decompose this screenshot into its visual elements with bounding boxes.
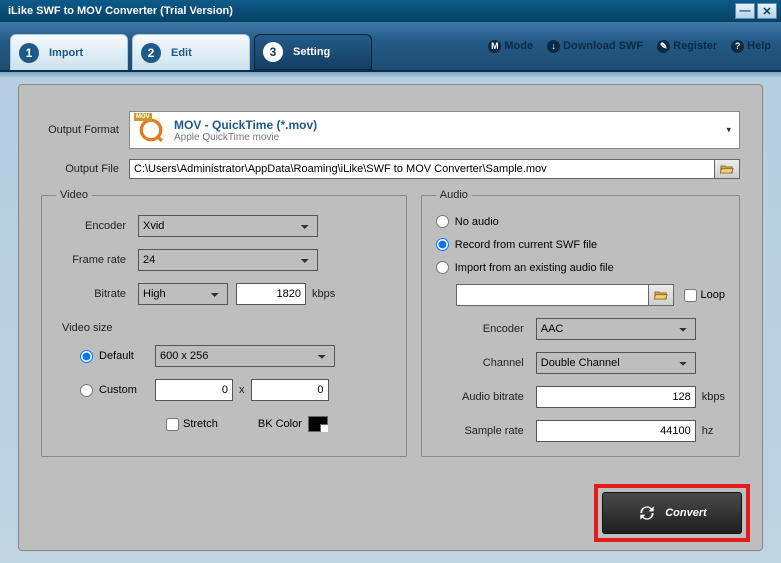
tab-setting-label: Setting	[293, 46, 330, 58]
audio-record-label: Record from current SWF file	[455, 239, 597, 251]
custom-width-input[interactable]	[155, 379, 233, 401]
stretch-checkbox[interactable]	[166, 418, 179, 431]
video-encoder-label: Encoder	[56, 220, 138, 232]
step-tabs: 1 Import 2 Edit 3 Setting	[10, 22, 376, 70]
register-icon: ✎	[657, 40, 670, 53]
audio-bitrate-label: Audio bitrate	[436, 391, 536, 403]
loop-checkbox[interactable]	[684, 289, 697, 302]
bkcolor-label: BK Color	[258, 418, 302, 430]
chevron-down-icon: ▾	[726, 125, 731, 136]
video-size-label: Video size	[56, 322, 125, 334]
folder-open-icon	[720, 164, 734, 175]
convert-label: Convert	[665, 507, 707, 519]
size-default-radio[interactable]	[80, 350, 93, 363]
folder-open-icon	[654, 290, 668, 301]
stretch-checkbox-wrap[interactable]: Stretch	[166, 418, 218, 431]
audio-record-radio[interactable]	[436, 238, 449, 251]
video-encoder-select[interactable]: Xvid	[138, 215, 318, 237]
format-title: MOV - QuickTime (*.mov)	[174, 118, 317, 132]
audio-encoder-label: Encoder	[436, 323, 536, 335]
kbps-unit: kbps	[312, 288, 335, 300]
audio-group: Audio No audio Record from current SWF f…	[421, 189, 740, 457]
size-default-label: Default	[93, 350, 155, 362]
size-custom-radio[interactable]	[80, 384, 93, 397]
minimize-button[interactable]: —	[735, 3, 755, 19]
mode-icon: M	[488, 40, 501, 53]
video-bitrate-select[interactable]: High	[138, 283, 228, 305]
audio-kbps-unit: kbps	[702, 391, 725, 403]
default-size-select[interactable]: 600 x 256	[155, 345, 335, 367]
quicktime-icon: MOV	[136, 115, 166, 145]
audio-import-radio[interactable]	[436, 261, 449, 274]
video-legend: Video	[56, 189, 92, 201]
size-custom-label: Custom	[93, 384, 155, 396]
audio-import-label: Import from an existing audio file	[455, 262, 614, 274]
audio-none-label: No audio	[455, 216, 499, 228]
format-subtitle: Apple QuickTime movie	[174, 132, 317, 143]
framerate-select[interactable]: 24	[138, 249, 318, 271]
mode-button[interactable]: MMode	[488, 40, 533, 53]
download-icon: ↓	[547, 40, 560, 53]
output-file-input[interactable]	[129, 159, 715, 179]
size-x-separator: x	[239, 384, 245, 396]
convert-icon	[637, 503, 657, 523]
browse-output-button[interactable]	[714, 159, 740, 179]
close-button[interactable]: ✕	[757, 3, 777, 19]
loop-checkbox-wrap[interactable]: Loop	[684, 289, 725, 302]
audio-encoder-select[interactable]: AAC	[536, 318, 696, 340]
output-format-dropdown[interactable]: MOV MOV - QuickTime (*.mov) Apple QuickT…	[129, 111, 740, 149]
output-file-label: Output File	[41, 163, 129, 175]
tab-setting[interactable]: 3 Setting	[254, 34, 372, 70]
step-number-3-icon: 3	[263, 42, 283, 62]
download-swf-button[interactable]: ↓Download SWF	[547, 40, 643, 53]
help-icon: ?	[731, 40, 744, 53]
audio-legend: Audio	[436, 189, 472, 201]
framerate-label: Frame rate	[56, 254, 138, 266]
titlebar: iLike SWF to MOV Converter (Trial Versio…	[0, 0, 781, 22]
audio-file-input[interactable]	[456, 284, 649, 306]
tab-import[interactable]: 1 Import	[10, 34, 128, 70]
register-button[interactable]: ✎Register	[657, 40, 717, 53]
tab-edit[interactable]: 2 Edit	[132, 34, 250, 70]
header-bar: 1 Import 2 Edit 3 Setting MMode ↓Downloa…	[0, 22, 781, 72]
convert-highlight: Convert	[594, 484, 750, 542]
browse-audio-button[interactable]	[648, 284, 674, 306]
convert-button[interactable]: Convert	[602, 492, 742, 534]
channel-select[interactable]: Double Channel	[536, 352, 696, 374]
video-bitrate-input[interactable]	[236, 283, 306, 305]
top-toolbar: MMode ↓Download SWF ✎Register ?Help	[488, 40, 771, 53]
settings-panel: Output Format MOV MOV - QuickTime (*.mov…	[18, 84, 763, 551]
audio-none-radio[interactable]	[436, 215, 449, 228]
bkcolor-swatch[interactable]	[308, 416, 328, 432]
step-number-2-icon: 2	[141, 43, 161, 63]
output-format-label: Output Format	[41, 124, 129, 136]
hz-unit: hz	[702, 425, 714, 437]
video-bitrate-label: Bitrate	[56, 288, 138, 300]
channel-label: Channel	[436, 357, 536, 369]
audio-bitrate-input[interactable]	[536, 386, 696, 408]
step-number-1-icon: 1	[19, 43, 39, 63]
samplerate-label: Sample rate	[436, 425, 536, 437]
video-group: Video Encoder Xvid Frame rate 24 Bitrate…	[41, 189, 407, 457]
help-button[interactable]: ?Help	[731, 40, 771, 53]
content-surface: Output Format MOV MOV - QuickTime (*.mov…	[0, 72, 781, 563]
tab-import-label: Import	[49, 47, 83, 59]
custom-height-input[interactable]	[251, 379, 329, 401]
window-title: iLike SWF to MOV Converter (Trial Versio…	[8, 5, 733, 17]
tab-edit-label: Edit	[171, 47, 192, 59]
samplerate-input[interactable]	[536, 420, 696, 442]
